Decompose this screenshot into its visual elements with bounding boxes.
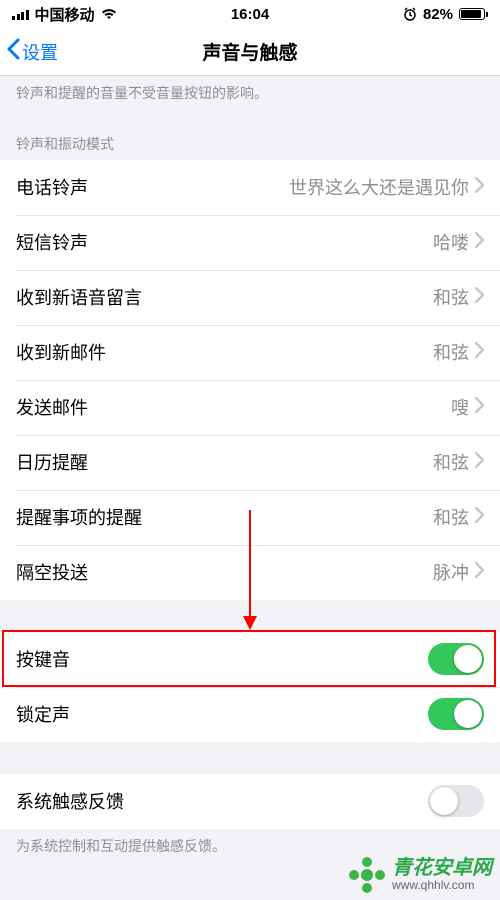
page-title: 声音与触感 — [202, 38, 297, 65]
cell-text-tone[interactable]: 短信铃声 哈喽 — [0, 215, 500, 270]
chevron-right-icon — [475, 177, 484, 198]
cell-label: 日历提醒 — [16, 449, 88, 475]
switch-lock-sound[interactable] — [428, 698, 484, 730]
watermark-url: www.qhhlv.com — [392, 879, 492, 892]
cell-label: 收到新邮件 — [16, 339, 106, 365]
toggle-group-haptics: 系统触感反馈 — [0, 774, 500, 829]
cell-label: 电话铃声 — [16, 174, 88, 200]
cell-sent-mail[interactable]: 发送邮件 嗖 — [0, 380, 500, 435]
switch-system-haptics[interactable] — [428, 785, 484, 817]
cell-value: 脉冲 — [433, 559, 469, 585]
cell-keyboard-clicks[interactable]: 按键音 — [0, 632, 500, 687]
sound-cell-group: 电话铃声 世界这么大还是遇见你 短信铃声 哈喽 收到新语音留言 和弦 收到新邮件… — [0, 160, 500, 600]
alarm-icon — [403, 7, 417, 21]
cell-value: 世界这么大还是遇见你 — [289, 174, 469, 200]
cell-ringtone[interactable]: 电话铃声 世界这么大还是遇见你 — [0, 160, 500, 215]
status-right: 82% — [403, 6, 488, 23]
chevron-right-icon — [475, 452, 484, 473]
cell-voicemail[interactable]: 收到新语音留言 和弦 — [0, 270, 500, 325]
status-left: 中国移动 — [12, 4, 117, 25]
cell-label: 收到新语音留言 — [16, 284, 142, 310]
status-time: 16:04 — [231, 6, 269, 23]
watermark-logo-icon — [348, 856, 386, 894]
cell-new-mail[interactable]: 收到新邮件 和弦 — [0, 325, 500, 380]
cell-label: 系统触感反馈 — [16, 788, 124, 814]
cell-label: 锁定声 — [16, 701, 70, 727]
cell-label: 提醒事项的提醒 — [16, 504, 142, 530]
battery-percentage: 82% — [423, 6, 453, 23]
chevron-left-icon — [6, 38, 20, 65]
cell-airdrop[interactable]: 隔空投送 脉冲 — [0, 545, 500, 600]
battery-icon — [459, 8, 488, 20]
cell-lock-sound[interactable]: 锁定声 — [0, 687, 500, 742]
cell-value: 哈喽 — [433, 229, 469, 255]
chevron-right-icon — [475, 507, 484, 528]
navigation-bar: 设置 声音与触感 — [0, 28, 500, 76]
signal-bars-icon — [12, 8, 29, 20]
watermark: 青花安卓网 www.qhhlv.com — [348, 856, 492, 894]
section-header-ring-vibrate: 铃声和振动模式 — [0, 118, 500, 160]
chevron-right-icon — [475, 287, 484, 308]
cell-label: 短信铃声 — [16, 229, 88, 255]
switch-keyboard-clicks[interactable] — [428, 643, 484, 675]
wifi-icon — [101, 8, 117, 20]
chevron-right-icon — [475, 342, 484, 363]
cell-label: 隔空投送 — [16, 559, 88, 585]
chevron-right-icon — [475, 397, 484, 418]
ringer-note: 铃声和提醒的音量不受音量按钮的影响。 — [0, 76, 500, 118]
cell-value: 和弦 — [433, 504, 469, 530]
carrier-label: 中国移动 — [35, 4, 95, 25]
cell-label: 发送邮件 — [16, 394, 88, 420]
toggle-group-sounds: 按键音 锁定声 — [0, 632, 500, 742]
cell-calendar[interactable]: 日历提醒 和弦 — [0, 435, 500, 490]
chevron-right-icon — [475, 562, 484, 583]
cell-value: 嗖 — [451, 394, 469, 420]
status-bar: 中国移动 16:04 82% — [0, 0, 500, 28]
cell-system-haptics[interactable]: 系统触感反馈 — [0, 774, 500, 829]
watermark-name: 青花安卓网 — [392, 857, 492, 879]
cell-value: 和弦 — [433, 449, 469, 475]
cell-reminder[interactable]: 提醒事项的提醒 和弦 — [0, 490, 500, 545]
back-label: 设置 — [22, 39, 58, 65]
back-button[interactable]: 设置 — [0, 38, 58, 65]
cell-value: 和弦 — [433, 339, 469, 365]
chevron-right-icon — [475, 232, 484, 253]
cell-value: 和弦 — [433, 284, 469, 310]
cell-label: 按键音 — [16, 646, 70, 672]
